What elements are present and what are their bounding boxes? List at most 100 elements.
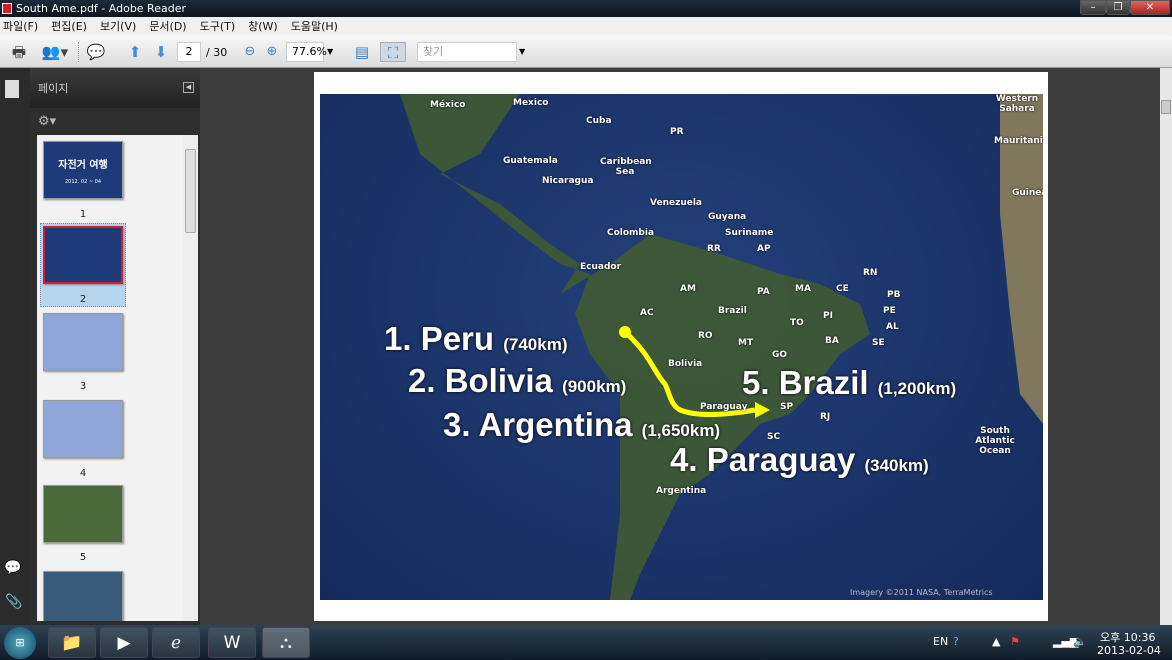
thumbnail-label: 4 (79, 468, 87, 479)
menu-edit[interactable]: 편집(E) (51, 17, 87, 36)
comments-icon[interactable]: 💬 (4, 560, 21, 576)
thumbnail-page-6[interactable] (43, 571, 123, 621)
panel-title: 페이지 (38, 82, 69, 95)
action-center-flag-icon[interactable]: ⚑ (1010, 635, 1020, 648)
fit-page-icon[interactable]: ⛶ (380, 42, 406, 62)
map-label: Cuba (586, 116, 612, 126)
language-indicator[interactable]: EN (933, 635, 948, 648)
thumbnail-page-3[interactable] (43, 313, 123, 371)
menu-document[interactable]: 문서(D) (149, 17, 186, 36)
map-label: GO (772, 350, 788, 360)
zoom-dropdown-icon[interactable]: ▼ (327, 47, 333, 56)
find-input[interactable]: 찾기 (417, 42, 517, 62)
menu-help[interactable]: 도움말(H) (291, 17, 338, 36)
menu-view[interactable]: 보기(V) (100, 17, 136, 36)
internet-explorer-task-icon[interactable]: ℯ (152, 627, 200, 658)
map-label: PE (883, 306, 896, 316)
thumbnail-page-5[interactable] (43, 485, 123, 543)
title-bar: South Ame.pdf - Adobe Reader (0, 0, 1172, 17)
navigation-strip: 💬 📎 (0, 68, 30, 625)
map-label: Bolivia (668, 359, 703, 369)
window-title: South Ame.pdf - Adobe Reader (16, 2, 186, 15)
menu-window[interactable]: 창(W) (248, 17, 278, 36)
clock-date[interactable]: 2013-02-04 (1097, 644, 1161, 657)
pdf-page: México Mexico Cuba PR Guatemala Caribbean Sea… (314, 72, 1048, 621)
map-label: RR (707, 244, 721, 254)
map-label: Colombia (607, 228, 655, 238)
route-item-peru: 1. Peru (740km) (384, 320, 568, 357)
menu-tools[interactable]: 도구(T) (200, 17, 236, 36)
explorer-task-icon[interactable]: 📁 (48, 627, 96, 658)
start-button[interactable]: ⊞ (4, 627, 36, 659)
find-dropdown-icon[interactable]: ▼ (519, 47, 525, 56)
pages-panel: 페이지 ◀ ⚙▾ 자전거 여행 2012. 02 ~ 04 1 2 3 4 5 (30, 68, 200, 625)
route-item-brazil: 5. Brazil (1,200km) (742, 364, 957, 401)
pages-icon[interactable] (5, 80, 19, 98)
document-scrollbar[interactable] (1160, 68, 1172, 625)
thumbnail-title: 자전거 여행 (58, 160, 108, 171)
thumbnail-page-4[interactable] (43, 400, 123, 458)
thumbnail-page-2[interactable] (43, 226, 123, 284)
map-label: Venezuela (650, 198, 702, 208)
zoom-out-icon[interactable]: ⊖ (240, 42, 260, 62)
maximize-button[interactable]: ❐ (1106, 0, 1130, 15)
taskbar: ⊞ 📁 ▶ ℯ W ⛬ EN ? ▲ ⚑ ▂▄▆ 🔈 오후 10:36 2013… (0, 625, 1172, 660)
map-label: MA (795, 284, 811, 294)
minimize-button[interactable]: – (1080, 0, 1106, 15)
map-label: TO (790, 318, 804, 328)
map-label: Guinea (1012, 188, 1043, 198)
previous-page-icon[interactable]: ⬆ (125, 42, 145, 62)
clock-time[interactable]: 오후 10:36 (1100, 629, 1155, 645)
next-page-icon[interactable]: ⬇ (151, 42, 171, 62)
map-label: Mexico (513, 98, 549, 108)
thumbnail-scrollbar[interactable] (183, 135, 198, 621)
map-label: Guatemala (503, 156, 558, 166)
map-label: AC (640, 308, 654, 318)
show-hidden-icons[interactable]: ▲ (992, 635, 1000, 648)
scrollbar-thumb[interactable] (185, 149, 196, 233)
map-label: PI (823, 311, 833, 321)
page-number-input[interactable]: 2 (177, 42, 201, 62)
thumbnail-label: 2 (79, 294, 87, 305)
thumbnail-list: 자전거 여행 2012. 02 ~ 04 1 2 3 4 5 (37, 135, 198, 621)
map-label: Suriname (725, 228, 774, 238)
thumbnail-label: 5 (79, 552, 87, 563)
word-task-icon[interactable]: W (208, 627, 256, 658)
map-label: Mauritania (994, 136, 1043, 146)
volume-icon[interactable]: 🔈 (1073, 635, 1087, 648)
map-label: Brazil (718, 306, 747, 316)
map-label: México (430, 100, 466, 110)
map-label: MT (738, 338, 754, 348)
zoom-in-icon[interactable]: ⊕ (262, 42, 282, 62)
map-label: Western Sahara (995, 94, 1039, 114)
map-label: South Atlantic Ocean (975, 426, 1015, 456)
map-label: PA (757, 287, 770, 297)
menu-bar: 파일(F) 편집(E) 보기(V) 문서(D) 도구(T) 창(W) 도움말(H… (0, 17, 1172, 36)
media-player-task-icon[interactable]: ▶ (100, 627, 148, 658)
map-label: RO (698, 331, 713, 341)
fit-width-icon[interactable]: ▤ (352, 42, 372, 62)
menu-file[interactable]: 파일(F) (3, 17, 38, 36)
document-area: México Mexico Cuba PR Guatemala Caribbean Sea… (200, 68, 1160, 625)
map-label: PR (670, 127, 684, 137)
close-button[interactable]: ✕ (1130, 0, 1170, 15)
collapse-panel-button[interactable]: ◀ (183, 82, 194, 93)
help-icon[interactable]: ? (953, 635, 959, 648)
scrollbar-thumb[interactable] (1161, 100, 1171, 114)
map-label: AM (680, 284, 696, 294)
comment-icon[interactable]: 💬 (86, 42, 106, 62)
zoom-input[interactable]: 77.6% (286, 42, 327, 62)
options-gear-icon[interactable]: ⚙▾ (38, 114, 56, 129)
thumbnail-label: 1 (79, 209, 87, 220)
map-label: AP (757, 244, 771, 254)
map-label: SE (872, 338, 885, 348)
map-label: RN (863, 268, 878, 278)
print-icon[interactable]: 🖶 (9, 42, 29, 62)
thumbnail-page-1[interactable]: 자전거 여행 2012. 02 ~ 04 (43, 141, 123, 199)
map-label: Argentina (656, 486, 707, 496)
attachments-icon[interactable]: 📎 (5, 594, 22, 610)
imagery-credit: Imagery ©2011 NASA, TerraMetrics (850, 588, 993, 597)
collaborate-icon[interactable]: 👥▾ (40, 42, 70, 62)
adobe-reader-task-icon[interactable]: ⛬ (262, 627, 310, 658)
thumbnail-subtitle: 2012. 02 ~ 04 (65, 179, 101, 185)
